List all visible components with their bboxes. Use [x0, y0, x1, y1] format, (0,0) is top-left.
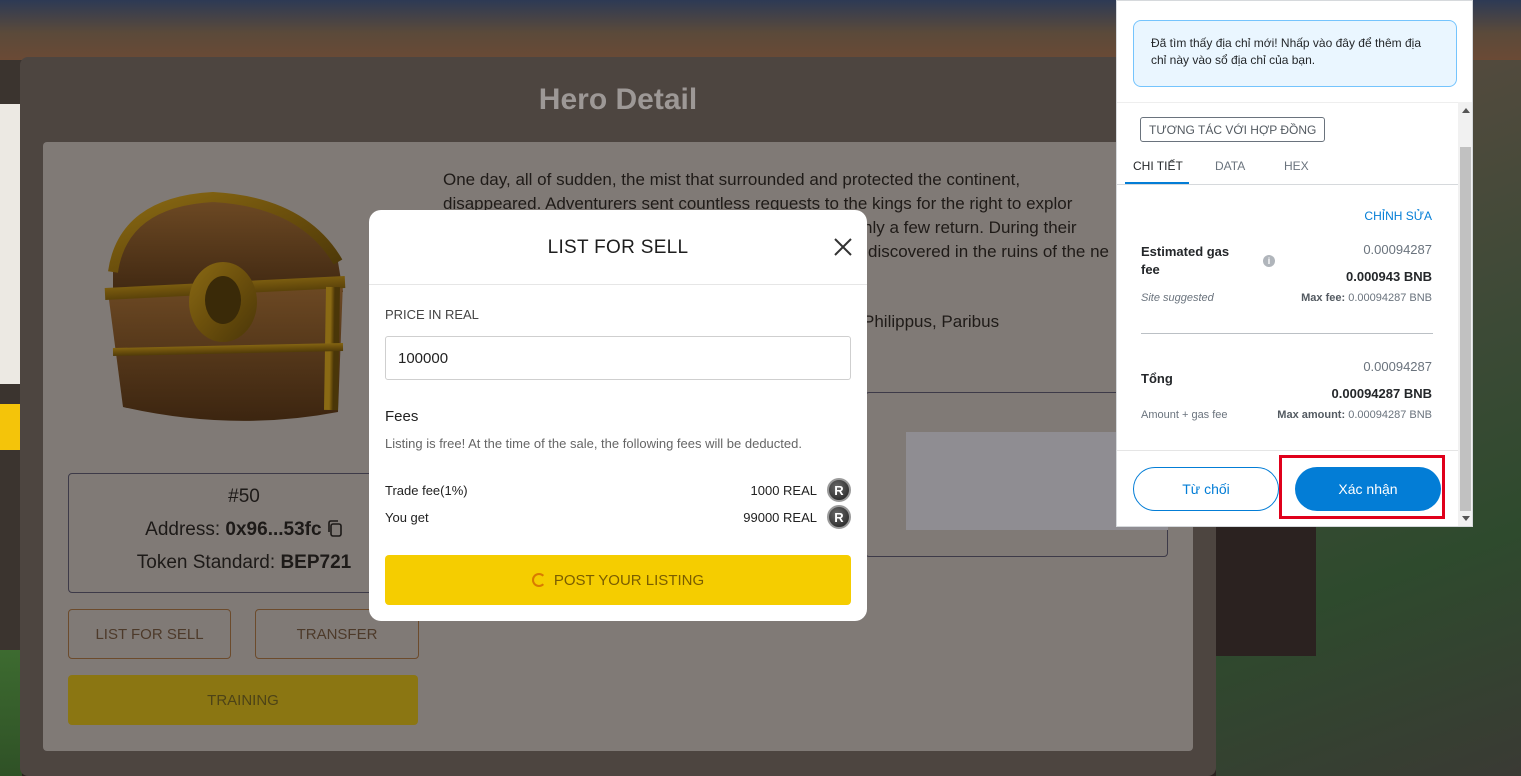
tab-data[interactable]: DATA: [1215, 159, 1245, 173]
real-coin-icon: R: [827, 478, 851, 502]
max-fee-label: Max fee:: [1301, 292, 1346, 304]
total-fiat: 0.00094287: [1363, 359, 1432, 374]
divider: [1117, 102, 1458, 103]
token-id: #50: [228, 486, 260, 507]
site-suggested-label: Site suggested: [1141, 292, 1214, 304]
divider: [369, 284, 867, 285]
token-standard: Token Standard: BEP721: [69, 552, 419, 574]
real-coin-icon: R: [827, 505, 851, 529]
total-bnb: 0.00094287 BNB: [1331, 386, 1432, 401]
price-label: PRICE IN REAL: [385, 307, 479, 322]
max-amount-label: Max amount:: [1277, 409, 1346, 421]
loading-spinner-icon: [531, 573, 546, 587]
gas-label-line: fee: [1141, 262, 1160, 277]
new-address-notice[interactable]: Đã tìm thấy địa chỉ mới! Nhấp vào đây để…: [1133, 20, 1457, 87]
info-icon[interactable]: i: [1263, 255, 1275, 267]
reject-button[interactable]: Từ chối: [1133, 467, 1279, 511]
max-fee-value: 0.00094287 BNB: [1348, 292, 1432, 304]
standard-value: BEP721: [280, 552, 352, 573]
background-left-strip: [0, 404, 22, 450]
gas-fee-bnb: 0.000943 BNB: [1346, 269, 1432, 284]
trade-fee-label: Trade fee(1%): [385, 483, 468, 498]
scrollbar-thumb[interactable]: [1460, 147, 1471, 511]
background-grass: [0, 650, 22, 776]
post-listing-label: POST YOUR LISTING: [553, 571, 705, 589]
divider: [1141, 333, 1433, 334]
edit-gas-link[interactable]: CHỈNH SỬA: [1364, 209, 1432, 223]
treasure-chest-image: [104, 191, 346, 421]
amount-gas-label: Amount + gas fee: [1141, 409, 1228, 421]
list-for-sell-button[interactable]: LIST FOR SELL: [68, 609, 231, 659]
scroll-down-arrow-icon[interactable]: [1462, 516, 1470, 521]
total-label: Tổng: [1141, 371, 1173, 386]
fees-title: Fees: [385, 408, 419, 425]
max-fee: Max fee: 0.00094287 BNB: [1301, 292, 1432, 304]
popup-top-edge: [1117, 1, 1472, 5]
metamask-popup: Đã tìm thấy địa chỉ mới! Nhấp vào đây để…: [1116, 0, 1473, 527]
trade-fee-row: Trade fee(1%) 1000 REAL R: [385, 478, 851, 504]
close-icon[interactable]: [833, 237, 853, 257]
you-get-value: 99000 REAL: [743, 510, 817, 525]
copy-icon[interactable]: [327, 520, 343, 538]
list-for-sell-dialog: LIST FOR SELL PRICE IN REAL Fees Listing…: [369, 210, 867, 621]
hero-detail-title: Hero Detail: [538, 83, 698, 116]
contract-interaction-tag: TƯƠNG TÁC VỚI HỢP ĐỒNG: [1140, 117, 1326, 142]
divider: [1117, 450, 1458, 451]
max-amount: Max amount: 0.00094287 BNB: [1277, 409, 1432, 421]
estimated-gas-label: Estimated gas fee: [1141, 243, 1229, 279]
confirm-button[interactable]: Xác nhận: [1295, 467, 1441, 511]
gas-fee-fiat: 0.00094287: [1363, 242, 1432, 257]
scroll-up-arrow-icon[interactable]: [1462, 108, 1470, 113]
trade-fee-value: 1000 REAL: [750, 483, 818, 498]
gas-label-line: Estimated gas: [1141, 244, 1230, 259]
description-line: One day, all of sudden, the mist that su…: [443, 170, 1021, 189]
max-amount-value: 0.00094287 BNB: [1348, 409, 1432, 421]
address-label: Address:: [145, 519, 221, 540]
training-button[interactable]: TRAINING: [68, 675, 418, 725]
tab-hex[interactable]: HEX: [1284, 159, 1309, 173]
you-get-label: You get: [385, 510, 429, 525]
fees-note: Listing is free! At the time of the sale…: [385, 436, 802, 451]
active-tab-indicator: [1125, 182, 1189, 184]
post-listing-button[interactable]: POST YOUR LISTING: [385, 555, 851, 605]
description-line: Philippus, Paribus: [863, 312, 1000, 331]
tab-details[interactable]: CHI TIẾT: [1133, 159, 1183, 173]
token-address: Address: 0x96...53fc: [69, 519, 419, 541]
dialog-title: LIST FOR SELL: [547, 237, 689, 258]
background-left-card: [0, 104, 22, 384]
price-input[interactable]: [385, 336, 851, 380]
token-info-box: #50 Address: 0x96...53fc Token Standard:…: [68, 473, 420, 593]
you-get-row: You get 99000 REAL R: [385, 505, 851, 531]
standard-label: Token Standard:: [136, 552, 276, 573]
address-value: 0x96...53fc: [225, 519, 322, 540]
